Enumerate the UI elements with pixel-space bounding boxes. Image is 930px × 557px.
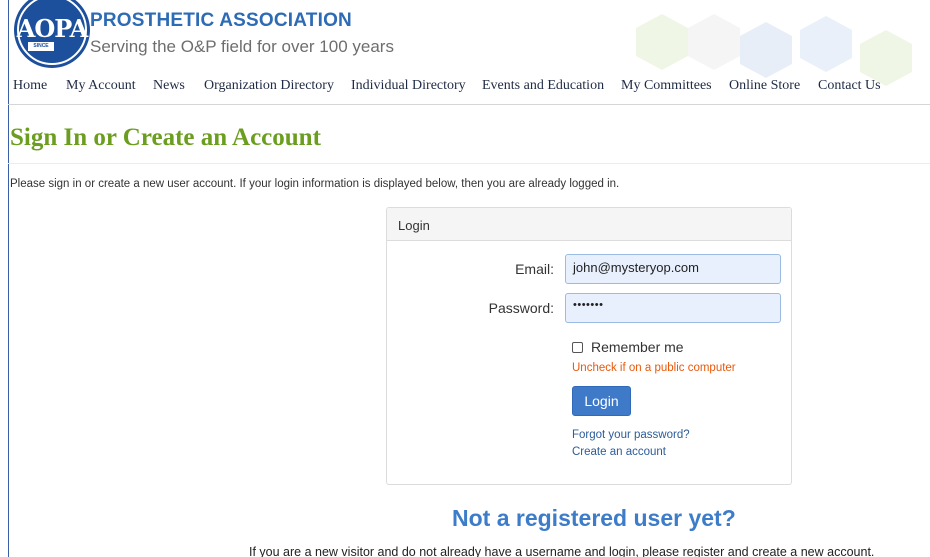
nav-item-my-committees[interactable]: My Committees <box>621 78 712 94</box>
create-account-link[interactable]: Create an account <box>572 446 666 458</box>
nav-item-online-store[interactable]: Online Store <box>729 78 800 94</box>
site-header: AOPA SINCE 1917 PROSTHETIC ASSOCIATION S… <box>8 0 930 68</box>
remember-me-label[interactable]: Remember me <box>591 339 684 355</box>
nav-item-individual-directory[interactable]: Individual Directory <box>351 78 466 94</box>
password-label: Password: <box>488 300 554 316</box>
nav-item-organization-directory[interactable]: Organization Directory <box>204 78 334 94</box>
remember-me-row[interactable]: Remember me <box>572 339 684 355</box>
not-registered-heading: Not a registered user yet? <box>452 505 736 531</box>
logo-mark: AOPA <box>16 14 88 43</box>
organization-tagline: Serving the O&P field for over 100 years <box>90 37 394 56</box>
organization-name: PROSTHETIC ASSOCIATION <box>90 10 352 31</box>
main-navigation: Home My Account News Organization Direct… <box>0 76 930 100</box>
login-panel: Login Email: john@mysteryop.com Password… <box>386 207 792 485</box>
nav-item-home[interactable]: Home <box>13 78 47 94</box>
email-label: Email: <box>515 261 554 277</box>
email-field[interactable]: john@mysteryop.com <box>565 254 781 284</box>
logo-badge: SINCE 1917 <box>28 42 54 58</box>
title-divider <box>8 163 930 164</box>
password-field[interactable]: ••••••• <box>565 293 781 323</box>
login-panel-heading: Login <box>387 208 791 241</box>
intro-text: Please sign in or create a new user acco… <box>10 178 620 190</box>
nav-divider <box>8 104 930 105</box>
remember-me-hint: Uncheck if on a public computer <box>572 362 736 374</box>
login-button[interactable]: Login <box>572 386 631 416</box>
remember-me-checkbox[interactable] <box>572 342 583 353</box>
forgot-password-link[interactable]: Forgot your password? <box>572 429 690 441</box>
nav-item-events-and-education[interactable]: Events and Education <box>482 78 604 94</box>
nav-item-news[interactable]: News <box>153 78 185 94</box>
page-title: Sign In or Create an Account <box>10 124 321 151</box>
association-logo[interactable]: AOPA SINCE 1917 <box>14 0 90 68</box>
register-info-text: If you are a new visitor and do not alre… <box>249 545 875 557</box>
nav-item-my-account[interactable]: My Account <box>66 78 136 94</box>
nav-item-contact-us[interactable]: Contact Us <box>818 78 881 94</box>
